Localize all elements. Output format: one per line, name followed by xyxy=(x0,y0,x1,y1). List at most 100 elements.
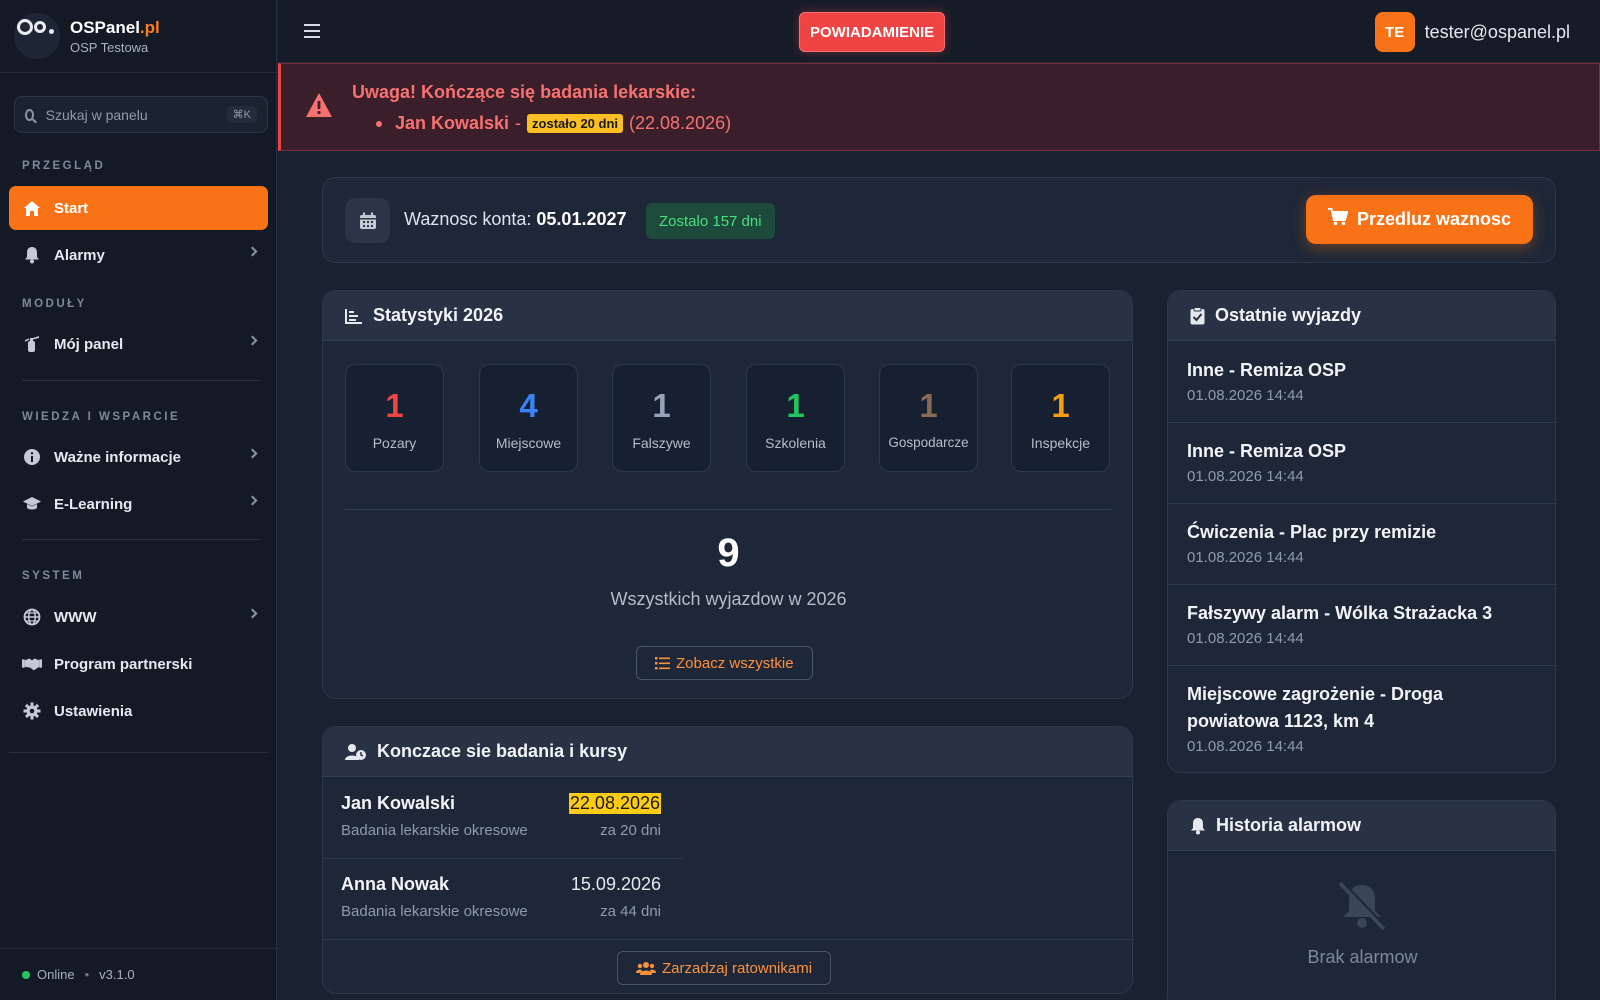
chevron-right-icon xyxy=(247,495,258,506)
alarm-history-card: Historia alarmow Brak alarmow xyxy=(1167,800,1556,1000)
sidebar-item-program-partnerski[interactable]: Program partnerski xyxy=(9,642,268,686)
sidebar-item-label: Mój panel xyxy=(54,335,124,353)
separator-dot: • xyxy=(84,967,90,982)
section-system: SYSTEM xyxy=(22,570,85,582)
sidebar-item-www[interactable]: WWW xyxy=(9,595,268,639)
trip-time: 01.08.2026 14:44 xyxy=(1187,387,1304,404)
trip-item[interactable]: Ćwiczenia - Plac przy remizie 01.08.2026… xyxy=(1168,504,1557,585)
stat-miejscowe[interactable]: 4 Miejscowe xyxy=(479,364,578,472)
bell-icon xyxy=(1190,817,1206,835)
user-email: tester@ospanel.pl xyxy=(1424,21,1570,42)
days-left-badge: zostało 20 dni xyxy=(527,114,624,133)
warning-icon xyxy=(305,92,333,123)
calendar-icon xyxy=(345,198,390,243)
course-person: Jan Kowalski xyxy=(341,793,456,813)
stat-value: 4 xyxy=(519,387,538,424)
section-modules: MODUŁY xyxy=(22,298,87,310)
globe-icon xyxy=(22,607,42,627)
trip-title: Inne - Remiza OSP xyxy=(1187,360,1347,380)
topbar: POWIADAMIENIE TE tester@ospanel.pl xyxy=(278,0,1600,63)
sidebar-item-label: Program partnerski xyxy=(54,655,193,673)
stat-value: 1 xyxy=(652,387,671,424)
stats-card: Statystyki 2026 1 Pozary 4 Miejscowe 1 Fals… xyxy=(322,290,1133,699)
trip-item[interactable]: Inne - Remiza OSP 01.08.2026 14:44 xyxy=(1168,423,1557,504)
recent-trips-card: Ostatnie wyjazdy Inne - Remiza OSP 01.08… xyxy=(1167,290,1557,773)
avatar: TE xyxy=(1374,12,1415,52)
divider xyxy=(9,752,268,753)
see-all-label: Zobacz wszystkie xyxy=(676,654,794,672)
empty-state-text: Brak alarmow xyxy=(1307,947,1418,967)
course-date: 22.08.2026 xyxy=(568,793,661,814)
alert-title: Uwaga! Kończące się badania lekarskie: xyxy=(352,82,697,102)
sidebar-item-label: Start xyxy=(54,199,89,217)
trips-title: Ostatnie wyjazdy xyxy=(1215,305,1362,325)
extinguisher-icon xyxy=(22,334,42,354)
stat-label: Miejscowe xyxy=(495,435,562,451)
stat-pozary[interactable]: 1 Pozary xyxy=(345,364,444,472)
notification-button[interactable]: POWIADAMIENIE xyxy=(799,12,946,52)
alert-item: Jan Kowalski - zostało 20 dni (22.08.202… xyxy=(376,113,731,134)
courses-card: Konczace sie badania i kursy Jan Kowalsk… xyxy=(322,726,1134,994)
sidebar-item-start[interactable]: Start xyxy=(9,186,268,230)
brand[interactable]: OSPanel.pl OSP Testowa xyxy=(0,0,276,73)
sidebar-item-label: Ustawienia xyxy=(54,702,133,720)
trip-item[interactable]: Fałszywy alarm - Wólka Strażacka 3 01.08… xyxy=(1168,585,1557,666)
menu-toggle-icon[interactable] xyxy=(304,24,320,38)
trips-header: Ostatnie wyjazdy xyxy=(1168,291,1555,341)
validity-date: 05.01.2027 xyxy=(536,209,627,229)
brand-title: OSPanel.pl xyxy=(70,17,160,37)
alert-date: (22.08.2026) xyxy=(629,113,732,133)
course-type: Badania lekarskie okresowe xyxy=(341,822,528,839)
history-title: Historia alarmow xyxy=(1216,815,1362,835)
sidebar-item-alarmy[interactable]: Alarmy xyxy=(9,233,268,277)
user-menu[interactable]: TE tester@ospanel.pl xyxy=(1374,12,1570,52)
trip-time: 01.08.2026 14:44 xyxy=(1187,630,1304,647)
sidebar-item-moj-panel[interactable]: Mój panel xyxy=(9,322,268,366)
graduation-cap-icon xyxy=(22,494,42,514)
trip-item[interactable]: Inne - Remiza OSP 01.08.2026 14:44 xyxy=(1168,342,1557,423)
search-icon xyxy=(25,108,34,121)
course-row[interactable]: Anna Nowak Badania lekarskie okresowe 15… xyxy=(323,859,683,940)
stat-gospodarcze[interactable]: 1 Gospodarcze xyxy=(879,364,978,472)
chevron-right-icon xyxy=(247,448,258,459)
stat-value: 1 xyxy=(919,387,938,424)
online-status-dot xyxy=(22,970,30,979)
search-input[interactable] xyxy=(45,106,227,123)
extend-validity-button[interactable]: Przedluz waznosc xyxy=(1305,195,1533,244)
stat-falszywe[interactable]: 1 Falszywe xyxy=(612,364,711,472)
alert-dash: - xyxy=(515,113,522,133)
section-overview: PRZEGLĄD xyxy=(22,160,106,172)
chevron-right-icon xyxy=(247,335,258,346)
medical-alert-banner: Uwaga! Kończące się badania lekarskie: J… xyxy=(278,63,1600,151)
stat-inspekcje[interactable]: 1 Inspekcje xyxy=(1011,364,1110,472)
chevron-right-icon xyxy=(247,608,258,619)
sidebar-item-wazne-informacje[interactable]: Ważne informacje xyxy=(9,435,268,479)
search-box[interactable]: ⌘K xyxy=(14,96,268,133)
section-knowledge: WIEDZA I WSPARCIE xyxy=(22,411,181,423)
logo-icon xyxy=(14,13,60,59)
trip-item[interactable]: Miejscowe zagrożenie - Droga powiatowa 1… xyxy=(1168,666,1557,773)
stat-label: Inspekcje xyxy=(1030,435,1091,451)
sidebar-item-label: E-Learning xyxy=(54,495,133,513)
trip-title: Miejscowe zagrożenie - Droga powiatowa 1… xyxy=(1187,684,1444,731)
sidebar-item-e-learning[interactable]: E-Learning xyxy=(9,482,268,526)
divider xyxy=(22,539,260,540)
sidebar-item-ustawienia[interactable]: Ustawienia xyxy=(9,689,268,733)
manage-rescuers-button[interactable]: Zarzadzaj ratownikami xyxy=(617,951,832,985)
see-all-button[interactable]: Zobacz wszystkie xyxy=(636,646,813,680)
list-icon xyxy=(655,656,670,670)
stat-szkolenia[interactable]: 1 Szkolenia xyxy=(746,364,845,472)
trip-title: Ćwiczenia - Plac przy remizie xyxy=(1187,522,1437,542)
bullet xyxy=(376,120,382,127)
chevron-right-icon xyxy=(247,246,258,257)
online-status: Online xyxy=(37,967,75,982)
trip-title: Inne - Remiza OSP xyxy=(1187,441,1347,461)
course-date: 15.09.2026 xyxy=(570,874,661,894)
stat-value: 1 xyxy=(1051,387,1070,424)
app-version: v3.1.0 xyxy=(99,967,135,982)
manage-rescuers-label: Zarzadzaj ratownikami xyxy=(662,959,813,977)
days-remaining-badge: Zostalo 157 dni xyxy=(646,203,775,239)
sidebar-item-label: Alarmy xyxy=(54,246,105,264)
course-row[interactable]: Jan Kowalski Badania lekarskie okresowe … xyxy=(323,778,683,859)
extend-label: Przedluz waznosc xyxy=(1356,209,1511,229)
